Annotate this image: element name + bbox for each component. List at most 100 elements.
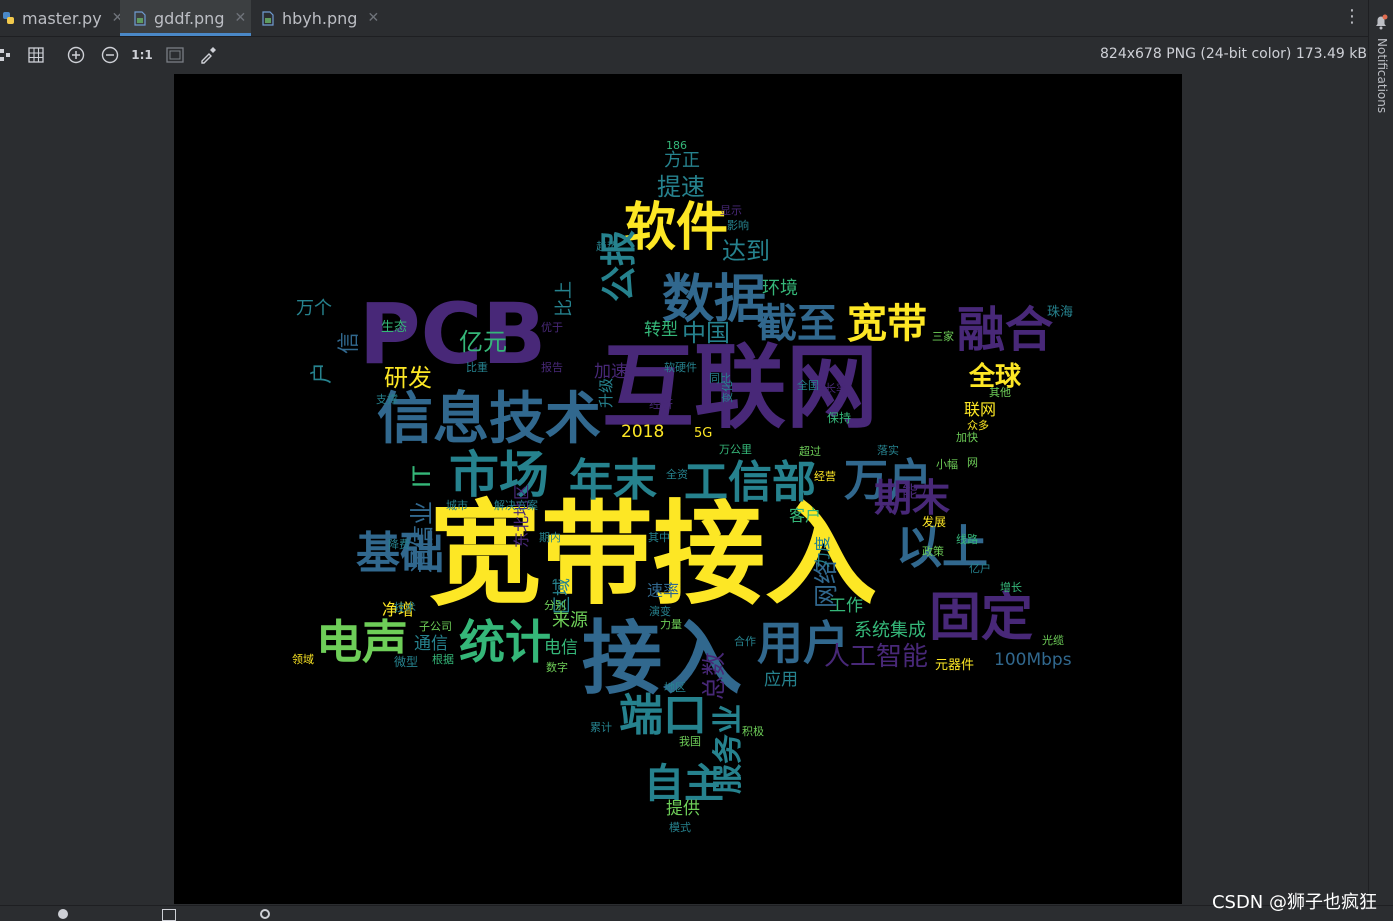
cloud-word: 变化 xyxy=(721,381,734,403)
cloud-word: 经济 xyxy=(649,397,674,411)
image-file-icon xyxy=(262,10,274,26)
tab-label: gddf.png xyxy=(154,8,225,28)
cloud-word: 联网 xyxy=(964,400,997,419)
cloud-word: 统计 xyxy=(459,615,551,669)
cloud-word: 发展 xyxy=(922,515,947,529)
notifications-bell-icon[interactable] xyxy=(1374,14,1388,34)
cloud-word: 落实 xyxy=(877,444,899,457)
cloud-word: 应用 xyxy=(764,670,798,690)
cloud-word: 地区 xyxy=(664,681,686,694)
tab-hbyh-png[interactable]: hbyh.png ✕ xyxy=(262,0,392,36)
cloud-word: 环境 xyxy=(762,278,798,299)
cloud-word: 研发 xyxy=(384,364,432,392)
close-tab-icon[interactable]: ✕ xyxy=(367,10,379,26)
cloud-word: 经营 xyxy=(814,470,836,483)
cloud-word: 万个 xyxy=(296,298,332,319)
cloud-word: 子公司 xyxy=(419,620,452,633)
tab-master-py[interactable]: master.py ✕ xyxy=(0,0,123,36)
right-tool-strip: Notifications xyxy=(1368,0,1393,905)
cloud-word: 增长 xyxy=(1000,581,1022,594)
cloud-word: 户 xyxy=(310,361,335,384)
fit-to-window-icon[interactable] xyxy=(165,45,185,65)
editor-tab-bar: master.py ✕ gddf.png ✕ hbyh.png ✕ ⋮ xyxy=(0,0,1393,37)
cloud-word: 软硬件 xyxy=(664,361,697,374)
color-picker-icon[interactable] xyxy=(198,45,218,65)
cloud-word: 报告 xyxy=(541,361,563,374)
zoom-in-icon[interactable] xyxy=(66,45,86,65)
cloud-word: 生态 xyxy=(381,320,408,335)
cloud-word: 万公里 xyxy=(719,443,752,456)
cloud-word: 其他 xyxy=(989,386,1011,399)
cloud-word: 三家 xyxy=(932,330,954,343)
image-info-label: 824x678 PNG (24-bit color) 173.49 kB xyxy=(1100,46,1367,62)
cloud-word: 达到 xyxy=(722,237,770,265)
cloud-word: 趋势 xyxy=(596,240,618,253)
cloud-word: 186 xyxy=(666,139,687,152)
cloud-word: 解决方案 xyxy=(494,499,538,512)
more-options-icon[interactable]: ⋮ xyxy=(1343,8,1361,26)
problems-icon[interactable] xyxy=(58,909,68,919)
cloud-word: 支撑 xyxy=(376,393,398,406)
cloud-word: 亿元 xyxy=(459,328,507,356)
cloud-word: 东北地区 xyxy=(512,483,531,548)
cloud-word: 融合 xyxy=(957,302,1054,358)
cloud-word: 优于 xyxy=(541,321,563,334)
cloud-word: 电信 xyxy=(544,638,578,658)
cloud-word: 分别 xyxy=(544,599,566,612)
cloud-word: 加快 xyxy=(956,431,978,444)
cloud-word: 显示 xyxy=(720,204,742,217)
cloud-word: 全资 xyxy=(666,468,688,481)
cloud-word: 数字 xyxy=(546,661,568,674)
cloud-word: 来源 xyxy=(552,610,588,631)
cloud-word: 年末 xyxy=(569,455,657,506)
tab-label: hbyh.png xyxy=(282,8,358,28)
grid-toggle-icon[interactable] xyxy=(0,45,12,65)
cloud-word: 合作 xyxy=(734,635,756,648)
cloud-word: 能力 xyxy=(902,482,935,501)
cloud-word: 累计 xyxy=(590,721,612,734)
status-bar xyxy=(0,905,1393,921)
cloud-word: 积极 xyxy=(742,725,764,738)
cloud-word: 其中 xyxy=(648,531,670,544)
cloud-word: 市场 xyxy=(449,446,549,504)
terminal-icon[interactable] xyxy=(162,909,176,921)
cloud-word: 力度 xyxy=(813,535,832,568)
cloud-word: 城市 xyxy=(446,499,468,512)
cloud-word: 影响 xyxy=(727,219,749,232)
cloud-word: 元器件 xyxy=(935,658,975,673)
cloud-word: 转型 xyxy=(644,320,678,340)
cloud-word: 提供 xyxy=(666,799,700,819)
cloud-word: 信息技术 xyxy=(377,387,601,452)
cloud-word: 信 xyxy=(337,331,362,354)
cloud-word: 模式 xyxy=(669,821,691,834)
cloud-word: 截至 xyxy=(757,301,837,347)
cloud-word: 期内 xyxy=(539,531,561,544)
cloud-word: 降费 xyxy=(388,538,410,551)
cloud-word: 众多 xyxy=(967,419,989,432)
cloud-word: 微型 xyxy=(394,655,419,669)
cloud-word: 线路 xyxy=(956,533,978,546)
services-icon[interactable] xyxy=(260,909,270,919)
cloud-word: 增长率 xyxy=(814,382,847,395)
cloud-word: 提速 xyxy=(657,173,705,201)
cloud-word: 方正 xyxy=(664,150,700,171)
cloud-word: 客户 xyxy=(789,506,822,525)
actual-size-button[interactable]: 1:1 xyxy=(131,45,153,65)
cloud-word: 端口 xyxy=(619,690,707,741)
cloud-word: 珠海 xyxy=(1047,305,1074,320)
image-preview: 宽带接入 互联网 PCB 接入 信息技术 数据 软件 市场 年末 工信部 万户 基础 电声 统计 固定 融合宽… xyxy=(174,74,1182,904)
cloud-word: 小幅 xyxy=(936,458,958,471)
cloud-word: 比上 xyxy=(554,281,575,317)
notifications-label[interactable]: Notifications xyxy=(1375,38,1389,113)
cloud-word: 总数 xyxy=(700,652,728,700)
chessboard-icon[interactable] xyxy=(26,45,46,65)
cloud-word: 5G xyxy=(694,426,713,441)
cloud-word: 技术 xyxy=(394,601,416,614)
cloud-word: 2018 xyxy=(621,422,665,442)
cloud-word: 固定 xyxy=(929,588,1034,648)
cloud-word: 领域 xyxy=(292,653,314,666)
cloud-word: 我国 xyxy=(679,735,701,748)
zoom-out-icon[interactable] xyxy=(100,45,120,65)
tab-gddf-png[interactable]: gddf.png ✕ xyxy=(120,0,251,36)
close-tab-icon[interactable]: ✕ xyxy=(234,10,246,26)
